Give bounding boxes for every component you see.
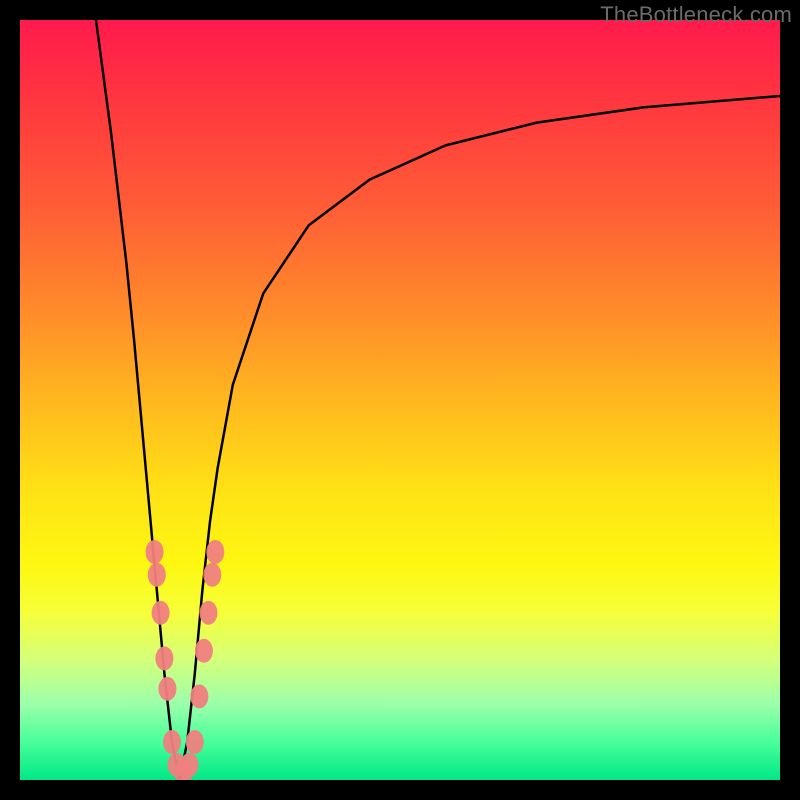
- marker-point: [190, 684, 208, 708]
- marker-point: [163, 730, 181, 754]
- marker-point: [180, 753, 198, 777]
- chart-frame: [20, 20, 780, 780]
- chart-markers: [146, 540, 225, 780]
- marker-point: [186, 730, 204, 754]
- watermark-text: TheBottleneck.com: [600, 2, 792, 28]
- marker-point: [148, 563, 166, 587]
- marker-point: [195, 639, 213, 663]
- chart-curves: [96, 20, 780, 780]
- marker-point: [152, 601, 170, 625]
- chart-svg: [20, 20, 780, 780]
- marker-point: [203, 563, 221, 587]
- marker-point: [155, 646, 173, 670]
- marker-point: [199, 601, 217, 625]
- marker-point: [146, 540, 164, 564]
- marker-point: [206, 540, 224, 564]
- marker-point: [158, 677, 176, 701]
- curve-right-branch: [180, 96, 780, 780]
